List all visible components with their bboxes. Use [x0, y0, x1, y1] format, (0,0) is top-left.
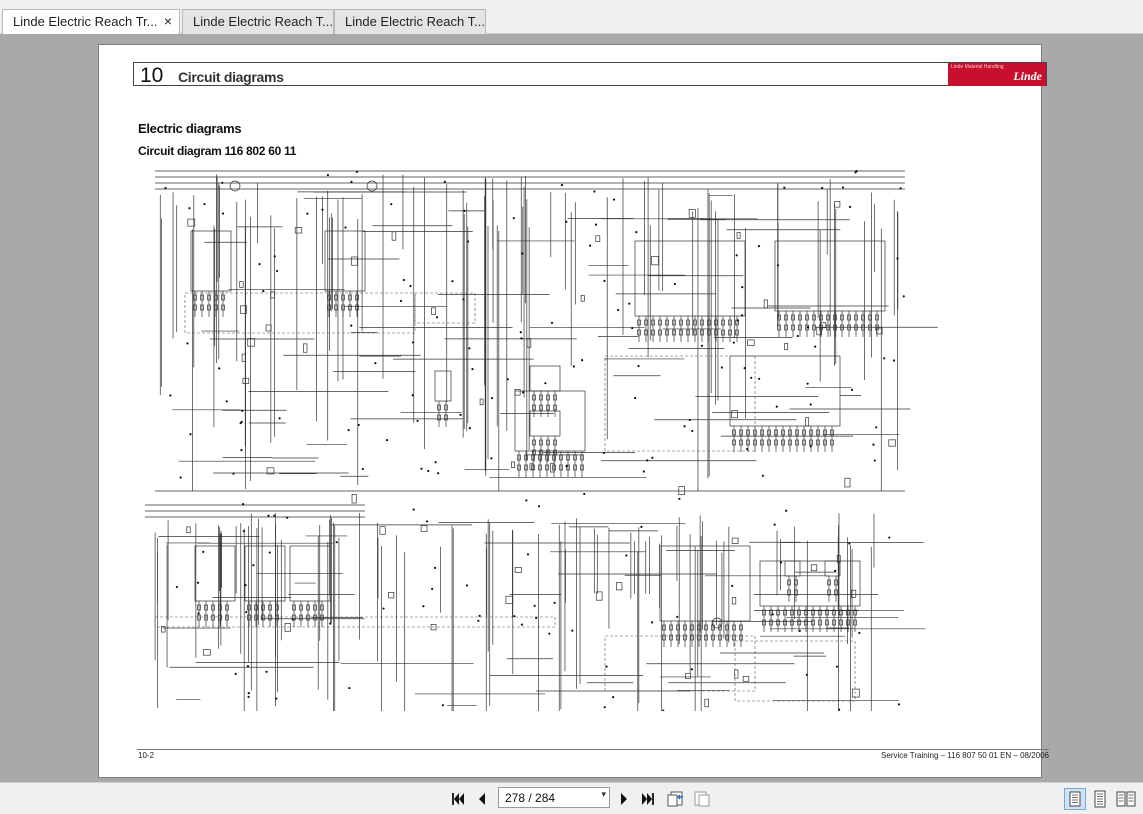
chapter-title: Circuit diagrams [178, 69, 284, 85]
tab-3[interactable]: Linde Electric Reach T... [334, 9, 486, 34]
chapter-header: 10 Circuit diagrams [133, 62, 1047, 87]
subsection-title: Circuit diagram 116 802 60 11 [138, 144, 297, 158]
last-page-icon[interactable] [638, 789, 658, 809]
logo-wordmark: Linde [1013, 69, 1042, 83]
section-title: Electric diagrams [138, 121, 242, 136]
page-number-select[interactable]: 278 / 284 ▾ [498, 787, 610, 808]
navigation-toolbar: 278 / 284 ▾ [0, 782, 1143, 814]
go-forward-view-icon[interactable] [692, 789, 712, 809]
facing-pages-view-icon[interactable] [1116, 789, 1136, 809]
chapter-number: 10 [140, 64, 164, 87]
go-back-view-icon[interactable] [666, 789, 686, 809]
continuous-view-icon[interactable] [1090, 789, 1110, 809]
footer-rule [137, 749, 1049, 750]
tab-label: Linde Electric Reach T... [193, 14, 333, 29]
tab-1[interactable]: Linde Electric Reach Tr... × [2, 9, 180, 35]
circuit-diagram [145, 170, 938, 711]
document-viewer[interactable]: 10 Circuit diagrams Linde Material Handl… [0, 34, 1143, 782]
single-page-view-icon[interactable] [1064, 788, 1086, 810]
previous-page-icon[interactable] [472, 789, 492, 809]
tab-bar: Linde Electric Reach Tr... × Linde Elect… [0, 0, 1143, 35]
first-page-icon[interactable] [448, 789, 468, 809]
tab-label: Linde Electric Reach T... [345, 14, 485, 29]
document-page: 10 Circuit diagrams Linde Material Handl… [98, 44, 1049, 778]
brand-logo: Linde Material Handling Linde [948, 63, 1046, 86]
next-page-icon[interactable] [614, 789, 634, 809]
page-indicator: 278 / 284 [505, 791, 556, 805]
tab-2[interactable]: Linde Electric Reach T... [182, 9, 334, 34]
close-icon[interactable]: × [164, 13, 172, 29]
chevron-down-icon[interactable]: ▾ [601, 789, 606, 800]
footer-reference: Service Training – 116 807 50 01 EN – 08… [881, 751, 1049, 760]
logo-tagline: Linde Material Handling [951, 64, 1004, 70]
footer-page-number: 10-2 [138, 751, 155, 760]
tab-label: Linde Electric Reach Tr... [13, 14, 158, 29]
